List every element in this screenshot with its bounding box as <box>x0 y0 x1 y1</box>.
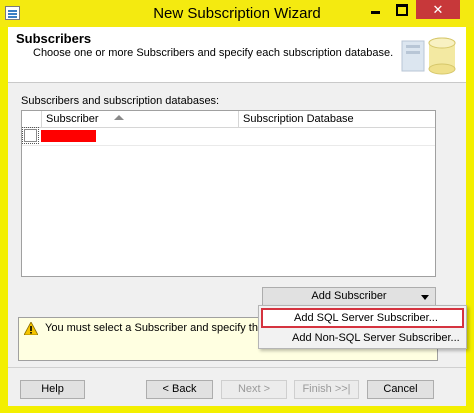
close-icon: ✕ <box>432 1 444 17</box>
minimize-button[interactable] <box>362 0 388 19</box>
warning-icon <box>24 322 38 335</box>
sort-ascending-icon <box>114 115 124 120</box>
grid-header: Subscriber Subscription Database <box>22 111 435 128</box>
subscribers-grid[interactable]: Subscriber Subscription Database <box>21 110 436 277</box>
title-bar[interactable]: New Subscription Wizard ✕ <box>0 0 474 27</box>
add-subscriber-menu: Add SQL Server Subscriber... Add Non-SQL… <box>258 305 467 349</box>
close-button[interactable]: ✕ <box>416 0 460 19</box>
header-database-graphic <box>401 37 456 75</box>
checkbox-column-header[interactable] <box>22 111 42 127</box>
column-header-subscriber[interactable]: Subscriber <box>42 111 239 127</box>
wizard-footer: Help < Back Next > Finish >>| Cancel <box>8 367 466 406</box>
grid-label: Subscribers and subscription databases: <box>21 95 220 107</box>
table-row[interactable] <box>22 127 435 146</box>
page-title: Subscribers <box>16 31 92 46</box>
maximize-icon <box>396 3 408 16</box>
row-checkbox[interactable] <box>22 127 39 144</box>
minimize-icon <box>370 11 380 14</box>
page-subtitle: Choose one or more Subscribers and speci… <box>33 47 394 59</box>
column-header-database[interactable]: Subscription Database <box>239 111 435 127</box>
back-button[interactable]: < Back <box>146 380 213 399</box>
column-header-label: Subscription Database <box>243 113 354 125</box>
help-button[interactable]: Help <box>20 380 85 399</box>
next-button[interactable]: Next > <box>221 380 287 399</box>
wizard-window: New Subscription Wizard ✕ Subscribers Ch… <box>0 0 474 413</box>
column-header-label: Subscriber <box>46 113 99 125</box>
finish-button[interactable]: Finish >>| <box>294 380 359 399</box>
add-subscriber-label: Add Subscriber <box>311 290 387 302</box>
menu-item-add-non-sql-server-subscriber[interactable]: Add Non-SQL Server Subscriber... <box>261 328 464 348</box>
cancel-button[interactable]: Cancel <box>367 380 434 399</box>
redacted-subscriber-name <box>41 130 96 142</box>
add-subscriber-button[interactable]: Add Subscriber <box>262 287 436 306</box>
menu-item-add-sql-server-subscriber[interactable]: Add SQL Server Subscriber... <box>261 308 464 328</box>
wizard-header: Subscribers Choose one or more Subscribe… <box>8 27 466 83</box>
maximize-button[interactable] <box>389 0 415 19</box>
dropdown-arrow-icon <box>421 295 429 300</box>
